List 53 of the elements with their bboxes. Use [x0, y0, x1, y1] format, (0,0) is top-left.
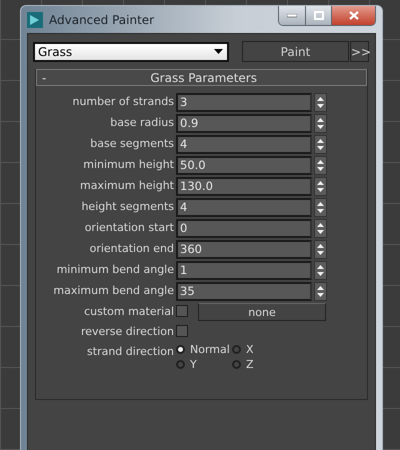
number-field[interactable]: 50.0	[176, 156, 312, 175]
minimize-icon	[287, 14, 297, 18]
preset-dropdown[interactable]: Grass	[33, 42, 229, 62]
checkbox[interactable]	[176, 305, 188, 317]
spinner-arrows-icon[interactable]	[314, 282, 327, 301]
number-field[interactable]: 4	[176, 198, 312, 217]
number-field[interactable]: 1	[176, 261, 312, 280]
param-label: number of strands	[71, 94, 175, 110]
param-label: height segments	[80, 199, 175, 215]
radio-option[interactable]: Y	[176, 358, 232, 372]
spinner-arrows-icon[interactable]	[314, 261, 327, 280]
spinner-arrows-icon[interactable]	[314, 156, 327, 175]
spinner-arrows-icon[interactable]	[314, 219, 327, 238]
spinner-arrows-icon[interactable]	[314, 114, 327, 133]
radio-option[interactable]: Normal	[176, 342, 232, 356]
spinner-arrows-icon[interactable]	[314, 240, 327, 259]
paint-button[interactable]: Paint	[242, 41, 349, 62]
radio-option[interactable]: Z	[232, 358, 254, 372]
number-field[interactable]: 35	[176, 282, 312, 301]
close-button[interactable]	[331, 6, 375, 25]
param-label: minimum height	[82, 157, 175, 173]
param-label: reverse direction	[80, 324, 175, 340]
app-logo-icon	[27, 12, 43, 28]
window-title: Advanced Painter	[49, 12, 156, 26]
param-label: minimum bend angle	[56, 262, 175, 278]
spinner-arrows-icon[interactable]	[314, 198, 327, 217]
spinner-arrows-icon[interactable]	[314, 93, 327, 112]
number-field[interactable]: 360	[176, 240, 312, 259]
param-label: strand direction	[86, 344, 175, 360]
minimize-button[interactable]	[279, 6, 305, 25]
number-field[interactable]: 0	[176, 219, 312, 238]
spinner-arrows-icon[interactable]	[314, 177, 327, 196]
param-label: custom material	[83, 304, 175, 320]
param-label: maximum bend angle	[52, 283, 175, 299]
dropdown-caret-icon	[214, 49, 223, 54]
number-field[interactable]: 130.0	[176, 177, 312, 196]
number-field[interactable]: 0.9	[176, 114, 312, 133]
expand-button[interactable]: >>	[350, 41, 369, 62]
param-label: base segments	[89, 136, 175, 152]
param-label: base radius	[109, 115, 175, 131]
material-button[interactable]: none	[198, 303, 326, 321]
number-field[interactable]: 4	[176, 135, 312, 154]
close-icon	[348, 11, 358, 20]
param-label: maximum height	[79, 178, 175, 194]
rollout-header[interactable]: - Grass Parameters	[36, 69, 367, 86]
param-label: orientation end	[88, 241, 175, 257]
param-label: orientation start	[84, 220, 175, 236]
checkbox[interactable]	[176, 325, 188, 337]
maximize-icon	[314, 11, 324, 20]
radio-option[interactable]: X	[232, 342, 254, 356]
number-field[interactable]: 3	[176, 93, 312, 112]
maximize-button[interactable]	[305, 6, 331, 25]
spinner-arrows-icon[interactable]	[314, 135, 327, 154]
